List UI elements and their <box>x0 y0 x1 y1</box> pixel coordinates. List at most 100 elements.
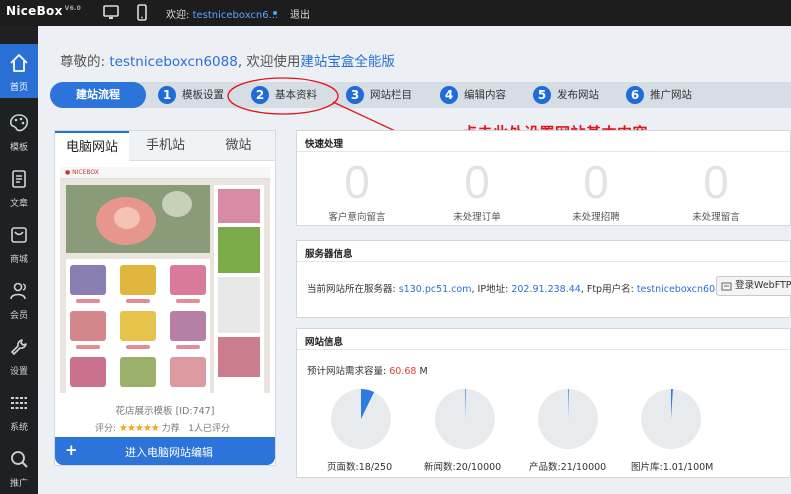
sidebar-item-settings[interactable]: 设置 <box>0 328 38 382</box>
step-edit-content[interactable]: 4 编辑内容 <box>440 85 506 105</box>
template-preview-image[interactable]: ● NICEBOX <box>60 167 270 393</box>
sidebar-item-members[interactable]: 会员 <box>0 272 38 326</box>
step-publish[interactable]: 5 发布网站 <box>533 85 599 105</box>
step-label: 推广网站 <box>650 89 692 101</box>
template-name: 花店展示模板 [ID:747] <box>115 406 215 417</box>
card-divider <box>297 261 790 262</box>
steps-title: 建站流程 <box>50 82 146 108</box>
capacity-label: 预计网站需求容量: <box>307 366 387 377</box>
members-icon <box>10 282 26 300</box>
welcome-text: 欢迎: testniceboxcn6... <box>166 6 278 21</box>
brand-version: V6.0 <box>64 5 82 12</box>
card-title: 网站信息 <box>305 337 344 348</box>
sidebar-item-label: 会员 <box>9 311 28 321</box>
server-info-card: 服务器信息 当前网站所在服务器: s130.pc51.com, IP地址: 20… <box>296 240 791 318</box>
plus-icon: + <box>65 441 78 459</box>
mobile-icon[interactable] <box>133 4 151 21</box>
ftp-username: testniceboxcn6088 <box>636 284 728 295</box>
sidebar-item-label: 模板 <box>9 143 28 153</box>
ip-label: , IP地址: <box>471 284 509 295</box>
sidebar-item-articles[interactable]: 文章 <box>0 160 38 214</box>
quick-label: 未处理留言 <box>692 212 740 223</box>
webftp-login-button[interactable]: 登录WebFTP <box>716 276 791 296</box>
template-tabs: 电脑网站 手机站 微站 <box>55 131 275 161</box>
quick-item-messages[interactable]: 0 未处理留言 <box>666 159 766 223</box>
settings-icon <box>11 339 27 355</box>
pie-label: 页面数:18/250 <box>327 462 393 473</box>
quick-item-recruit[interactable]: 0 未处理招聘 <box>546 159 646 223</box>
tab-mobile-site[interactable]: 手机站 <box>129 131 202 161</box>
sidebar-item-promote[interactable]: 推广 <box>0 440 38 494</box>
quick-item-intent-messages[interactable]: 0 客户意向留言 <box>307 159 407 223</box>
article-icon <box>12 170 26 188</box>
site-info-card: 网站信息 预计网站需求容量: 60.68 M 页面数:18/250 新闻数:20… <box>296 328 791 478</box>
pie-label: 产品数:21/10000 <box>529 462 607 473</box>
step-number: 6 <box>626 86 644 104</box>
sidebar-item-label: 推广 <box>9 479 28 489</box>
logout-link[interactable]: 退出 <box>290 6 310 21</box>
server-host: s130.pc51.com <box>398 284 472 295</box>
enter-editor-label: 进入电脑网站编辑 <box>125 446 213 459</box>
tab-micro-site[interactable]: 微站 <box>202 131 275 161</box>
quick-label: 客户意向留言 <box>328 212 386 223</box>
webftp-label: 登录WebFTP <box>735 280 791 291</box>
palette-icon <box>10 114 29 132</box>
search-icon <box>11 451 28 468</box>
pie-label: 新闻数:20/10000 <box>424 462 502 473</box>
greeting-prefix: 尊敬的: <box>60 54 106 70</box>
server-details: 当前网站所在服务器: s130.pc51.com, IP地址: 202.91.2… <box>307 281 727 295</box>
quick-label: 未处理招聘 <box>572 212 620 223</box>
template-panel: 电脑网站 手机站 微站 ● NICEBOX 花店展示模板 [ID:747] 评分… <box>54 130 276 466</box>
edition-link[interactable]: 建站宝盒全能版 <box>300 54 395 70</box>
step-label: 模板设置 <box>182 89 224 101</box>
username[interactable]: testniceboxcn6... <box>193 10 279 21</box>
sidebar-item-label: 首页 <box>9 83 28 93</box>
sidebar-item-system[interactable]: 系统 <box>0 384 38 438</box>
server-label: 当前网站所在服务器: <box>307 284 396 295</box>
star-rating-icon: ★★★★★ <box>118 423 160 434</box>
sidebar-item-templates[interactable]: 模板 <box>0 104 38 158</box>
home-icon <box>10 54 28 72</box>
quick-count: 0 <box>703 156 729 208</box>
capacity-line: 预计网站需求容量: 60.68 M <box>307 363 428 377</box>
quick-label: 未处理订单 <box>453 212 501 223</box>
sidebar-item-shop[interactable]: 商城 <box>0 216 38 270</box>
monitor-icon[interactable] <box>102 4 120 21</box>
server-ip: 202.91.238.44 <box>511 284 581 295</box>
capacity-value: 60.68 <box>389 366 417 377</box>
pie-label: 图片库:1.01/100M <box>631 462 714 473</box>
shop-icon <box>11 227 27 243</box>
step-promote[interactable]: 6 推广网站 <box>626 85 692 105</box>
sidebar-item-label: 文章 <box>9 199 28 209</box>
pie-pages <box>331 389 391 449</box>
greeting-name: testniceboxcn6088 <box>109 54 238 70</box>
capacity-unit: M <box>419 366 428 377</box>
greeting: 尊敬的: testniceboxcn6088, 欢迎使用建站宝盒全能版 <box>60 50 395 70</box>
quick-count: 0 <box>344 156 370 208</box>
tab-pc-site[interactable]: 电脑网站 <box>55 131 129 161</box>
rating-prefix: 评分: <box>95 424 117 434</box>
quick-processing-card: 快速处理 0 客户意向留言 0 未处理订单 0 未处理招聘 0 未处理留言 <box>296 130 791 226</box>
card-title: 服务器信息 <box>305 249 353 260</box>
step-label: 发布网站 <box>557 89 599 101</box>
brand-name: NiceBox <box>6 4 63 18</box>
sidebar-item-home[interactable]: 首页 <box>0 44 38 98</box>
ftp-label: , Ftp用户名: <box>580 284 634 295</box>
step-template-settings[interactable]: 1 模板设置 <box>158 85 224 105</box>
rating-count: 1人已评分 <box>188 424 230 434</box>
step-label: 编辑内容 <box>464 89 506 101</box>
main-area: 尊敬的: testniceboxcn6088, 欢迎使用建站宝盒全能版 建站流程… <box>38 26 791 494</box>
greeting-middle: , 欢迎使用 <box>237 54 301 70</box>
step-number: 1 <box>158 86 176 104</box>
system-icon <box>11 397 27 409</box>
pie-news <box>435 389 495 449</box>
brand-logo[interactable]: NiceBox V6.0 <box>6 4 81 18</box>
pie-images <box>641 389 701 449</box>
quick-item-orders[interactable]: 0 未处理订单 <box>427 159 527 223</box>
sidebar-item-label: 商城 <box>9 255 28 265</box>
quick-count: 0 <box>464 156 490 208</box>
card-divider <box>297 151 790 152</box>
enter-pc-editor-button[interactable]: + 进入电脑网站编辑 <box>55 437 275 465</box>
rating-word: 力荐 <box>161 424 180 434</box>
quick-count: 0 <box>583 156 609 208</box>
